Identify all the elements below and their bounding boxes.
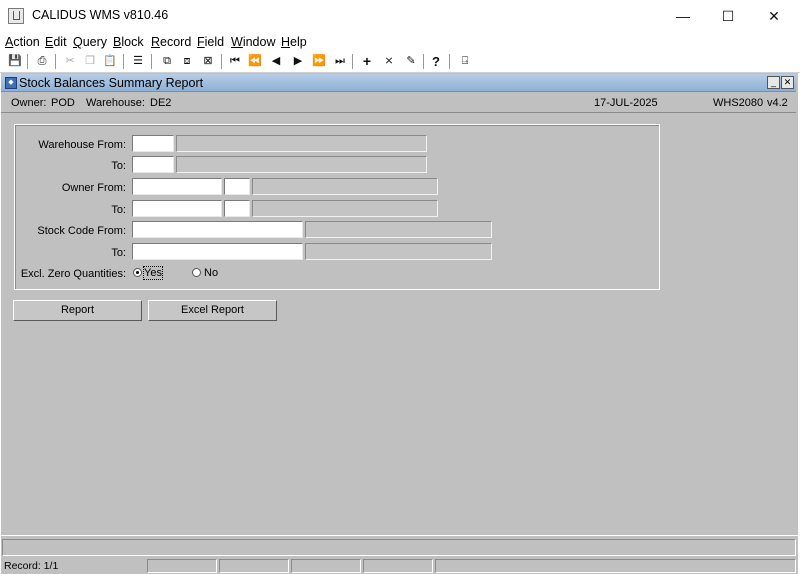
status-cell bbox=[435, 559, 796, 573]
stock-code-to-label: To: bbox=[111, 247, 126, 259]
stock-code-to-description bbox=[305, 243, 492, 260]
menu-bar: Action Edit Query Block Record Field Win… bbox=[0, 33, 800, 51]
paste-icon[interactable]: 📋 bbox=[101, 53, 119, 70]
enter-query-icon[interactable]: ⧉ bbox=[158, 53, 176, 70]
toolbar-separator bbox=[123, 54, 124, 69]
status-cell bbox=[219, 559, 289, 573]
menu-edit[interactable]: Edit bbox=[45, 35, 67, 49]
warehouse-to-label: To: bbox=[111, 160, 126, 172]
warehouse-from-input[interactable] bbox=[132, 135, 174, 152]
excel-report-button[interactable]: Excel Report bbox=[148, 300, 277, 321]
message-line bbox=[2, 539, 796, 556]
owner-from-secondary-input[interactable] bbox=[224, 178, 250, 195]
warehouse-value: DE2 bbox=[150, 97, 172, 109]
first-record-icon[interactable]: ⏮ bbox=[226, 53, 244, 70]
menu-query[interactable]: Query bbox=[73, 35, 107, 49]
exit-icon[interactable]: ⍈ bbox=[456, 53, 474, 70]
maximize-button[interactable]: ☐ bbox=[705, 0, 751, 32]
menu-field[interactable]: Field bbox=[197, 35, 224, 49]
form-code: WHS2080 bbox=[713, 97, 764, 109]
cancel-query-icon[interactable]: ⊠ bbox=[199, 53, 217, 70]
previous-block-icon[interactable]: ⏪ bbox=[246, 53, 264, 70]
copy-icon[interactable]: ❐ bbox=[81, 53, 99, 70]
execute-query-icon[interactable]: ⧈ bbox=[178, 53, 196, 70]
help-icon[interactable]: ? bbox=[427, 53, 445, 70]
toolbar-separator bbox=[55, 54, 56, 69]
form-icon: ◆ bbox=[5, 77, 17, 89]
status-cell bbox=[291, 559, 361, 573]
close-button[interactable]: ✕ bbox=[751, 0, 797, 32]
form-close-button[interactable]: ✕ bbox=[781, 76, 794, 89]
context-bar: Owner: POD Warehouse: DE2 17-JUL-2025 WH… bbox=[1, 92, 796, 113]
owner-from-label: Owner From: bbox=[61, 182, 126, 194]
clear-field-icon[interactable]: ☰ bbox=[129, 53, 147, 70]
status-cell bbox=[363, 559, 433, 573]
excl-zero-no-label[interactable]: No bbox=[204, 267, 218, 279]
toolbar-separator bbox=[221, 54, 222, 69]
last-record-icon[interactable]: ⏭ bbox=[331, 53, 349, 70]
owner-to-description bbox=[252, 200, 438, 217]
menu-record[interactable]: Record bbox=[151, 35, 191, 49]
form-titlebar: ◆ Stock Balances Summary Report _ ✕ bbox=[1, 74, 796, 92]
stock-code-from-label: Stock Code From: bbox=[37, 225, 126, 237]
warehouse-to-description bbox=[176, 156, 427, 173]
owner-to-input[interactable] bbox=[132, 200, 222, 217]
menu-help[interactable]: Help bbox=[281, 35, 307, 49]
owner-to-secondary-input[interactable] bbox=[224, 200, 250, 217]
toolbar-separator bbox=[423, 54, 424, 69]
toolbar-separator bbox=[449, 54, 450, 69]
status-cell bbox=[147, 559, 217, 573]
status-bar: Record: 1/1 bbox=[1, 536, 798, 574]
warehouse-to-input[interactable] bbox=[132, 156, 174, 173]
print-icon[interactable]: ⎙ bbox=[33, 53, 51, 70]
menu-window[interactable]: Window bbox=[231, 35, 275, 49]
owner-value: POD bbox=[51, 97, 75, 109]
menu-action[interactable]: Action bbox=[5, 35, 40, 49]
insert-record-icon[interactable]: + bbox=[358, 53, 376, 70]
window-titlebar: CALIDUS WMS v810.46 — ☐ ✕ bbox=[0, 0, 800, 32]
excl-zero-yes-radio[interactable] bbox=[133, 268, 142, 277]
stock-code-to-input[interactable] bbox=[132, 243, 303, 260]
app-icon bbox=[8, 8, 24, 24]
next-block-icon[interactable]: ⏩ bbox=[310, 53, 328, 70]
window-title: CALIDUS WMS v810.46 bbox=[32, 8, 169, 22]
excl-zero-quantities-label: Excl. Zero Quantities: bbox=[20, 268, 126, 280]
cut-icon[interactable]: ✂ bbox=[61, 53, 79, 70]
menu-block[interactable]: Block bbox=[113, 35, 144, 49]
next-record-icon[interactable]: ▶ bbox=[289, 53, 307, 70]
warehouse-from-label: Warehouse From: bbox=[38, 139, 126, 151]
warehouse-from-description bbox=[176, 135, 427, 152]
save-icon[interactable]: 💾 bbox=[6, 53, 24, 70]
delete-record-icon[interactable]: ⨯ bbox=[380, 53, 398, 70]
form-title: Stock Balances Summary Report bbox=[19, 76, 204, 90]
current-date: 17-JUL-2025 bbox=[594, 97, 658, 109]
owner-from-input[interactable] bbox=[132, 178, 222, 195]
minimize-button[interactable]: — bbox=[660, 0, 706, 32]
owner-to-label: To: bbox=[111, 204, 126, 216]
lov-icon[interactable]: ✎ bbox=[402, 53, 420, 70]
toolbar-separator bbox=[151, 54, 152, 69]
owner-from-description bbox=[252, 178, 438, 195]
excl-zero-yes-label[interactable]: Yes bbox=[143, 266, 163, 280]
warehouse-label: Warehouse: bbox=[86, 97, 145, 109]
owner-label: Owner: bbox=[11, 97, 47, 109]
stock-code-from-description bbox=[305, 221, 492, 238]
form-minimize-button[interactable]: _ bbox=[767, 76, 780, 89]
form-version: v4.2 bbox=[767, 97, 788, 109]
toolbar-separator bbox=[27, 54, 28, 69]
report-button[interactable]: Report bbox=[13, 300, 142, 321]
previous-record-icon[interactable]: ◀ bbox=[267, 53, 285, 70]
toolbar-separator bbox=[352, 54, 353, 69]
status-line: Record: 1/1 bbox=[1, 558, 798, 574]
record-indicator: Record: 1/1 bbox=[4, 560, 59, 572]
stock-code-from-input[interactable] bbox=[132, 221, 303, 238]
toolbar: 💾 ⎙ ✂ ❐ 📋 ☰ ⧉ ⧈ ⊠ ⏮ ⏪ ◀ ▶ ⏩ ⏭ + ⨯ ✎ ? ⍈ bbox=[0, 52, 800, 73]
excl-zero-no-radio[interactable] bbox=[192, 268, 201, 277]
